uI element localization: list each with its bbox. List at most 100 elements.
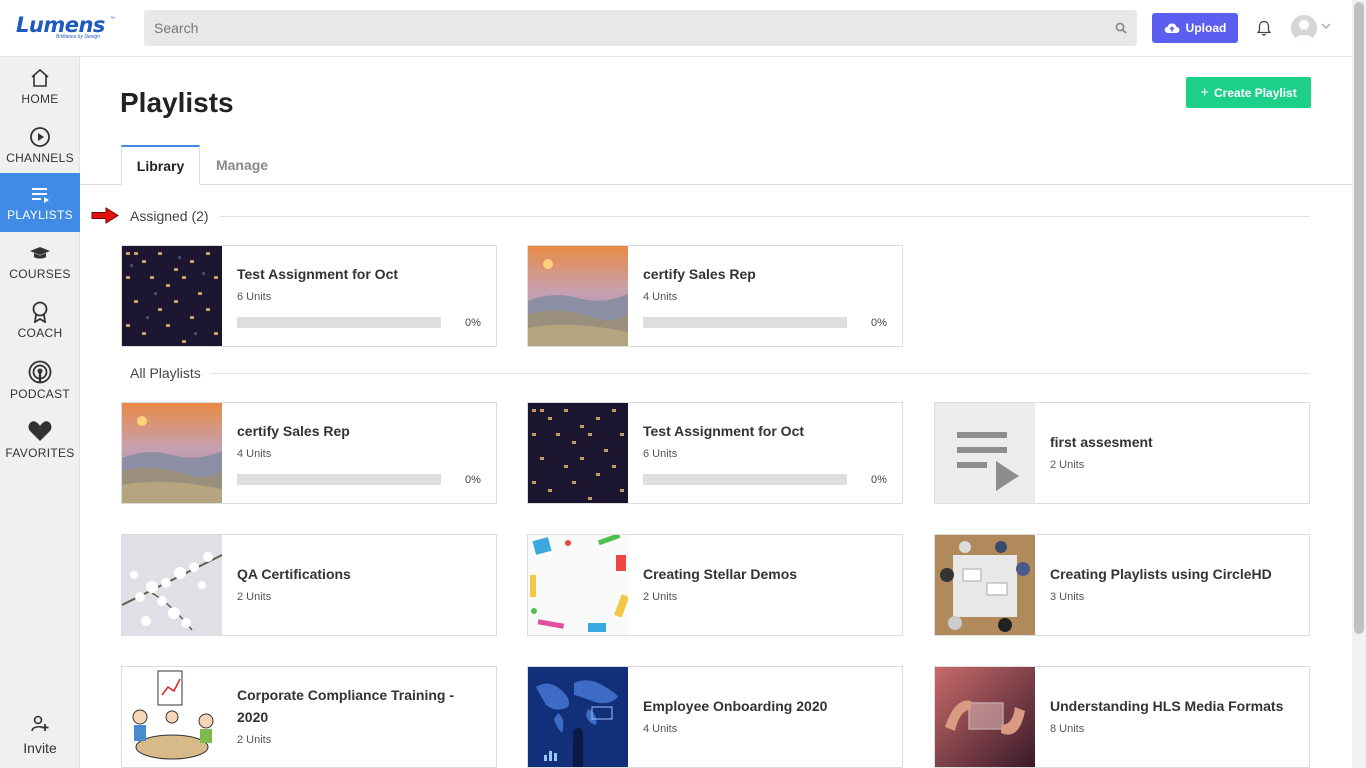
section-heading-all-playlists: All Playlists [130,365,201,381]
playlist-units: 4 Units [237,448,272,460]
progress-percent: 0% [465,317,481,329]
page-title: Playlists [120,87,234,118]
playlist-card[interactable]: certify Sales Rep 4 Units 0% [121,402,497,504]
sidebar-item-coach[interactable]: COACH [0,291,80,350]
top-bar: Lumens Brilliance by Design ™ Upload [0,0,1352,57]
sidebar-item-label: HOME [21,92,59,106]
playlist-card[interactable]: certify Sales Rep 4 Units 0% [527,245,903,347]
sidebar-item-label: COACH [17,326,63,340]
playlist-card[interactable]: Creating Stellar Demos 2 Units [527,534,903,636]
bell-icon[interactable] [1256,20,1272,37]
playlist-units: 2 Units [643,591,678,603]
page-scrollbar[interactable] [1352,0,1366,768]
tab-bar: Library Manage [80,145,1352,185]
progress-bar [643,474,847,485]
playlist-icon [32,188,49,203]
playlist-title: first assesment [1050,434,1153,450]
playlist-card[interactable]: QA Certifications 2 Units [121,534,497,636]
thumbnail-world-map [528,667,628,767]
thumbnail-sunset-hills [122,403,222,503]
sidebar: HOME CHANNELS PLAYLISTS COURSES COACH PO… [0,57,80,768]
chevron-down-icon[interactable] [1321,22,1331,30]
playlist-units: 8 Units [1050,723,1085,735]
playlist-title: Creating Playlists using CircleHD [1050,566,1272,582]
thumbnail-city-night [528,403,628,503]
playlist-card[interactable]: Employee Onboarding 2020 4 Units [527,666,903,768]
playlist-units: 2 Units [1050,459,1085,471]
playlist-title: certify Sales Rep [643,266,756,282]
logo-wordmark: Lumens [16,13,105,37]
playlist-units: 4 Units [643,723,678,735]
heart-icon [28,421,52,441]
sidebar-item-podcast[interactable]: PODCAST [0,350,80,409]
sidebar-item-label: FAVORITES [5,446,75,460]
lumens-logo[interactable]: Lumens Brilliance by Design ™ [16,13,115,42]
playlist-title: QA Certifications [237,566,351,582]
upload-label: Upload [1185,21,1227,35]
logo-tagline: Brilliance by Design [56,34,100,40]
playlist-units: 4 Units [643,291,678,303]
playlist-card[interactable]: Test Assignment for Oct 6 Units 0% [121,245,497,347]
sidebar-item-playlists[interactable]: PLAYLISTS [0,173,80,232]
playlist-units: 2 Units [237,734,272,746]
user-avatar[interactable] [1291,15,1317,41]
search-bar [144,10,1137,46]
invite-label: Invite [23,740,57,756]
sidebar-item-home[interactable]: HOME [0,57,80,116]
search-icon[interactable] [1115,22,1127,34]
thumbnail-stationery [528,535,628,635]
sidebar-item-label: COURSES [9,267,71,281]
thumbnail-sunset-hills [528,246,628,346]
create-playlist-button[interactable]: + Create Playlist [1186,77,1311,108]
playlist-units: 3 Units [1050,591,1085,603]
progress-bar [237,317,441,328]
award-icon [32,301,48,323]
divider [219,216,1310,217]
playlist-card[interactable]: Corporate Compliance Training - 2020 2 U… [121,666,497,768]
sidebar-item-favorites[interactable]: FAVORITES [0,409,80,468]
add-user-icon [31,715,49,732]
progress-bar [643,317,847,328]
sidebar-item-courses[interactable]: COURSES [0,232,80,291]
invite-button[interactable]: Invite [0,715,80,756]
playlist-card[interactable]: Understanding HLS Media Formats 8 Units [934,666,1310,768]
play-circle-icon [30,127,50,147]
graduation-cap-icon [30,247,50,259]
progress-percent: 0% [871,474,887,486]
red-arrow-icon [91,207,119,224]
sidebar-item-label: PLAYLISTS [7,208,73,222]
playlist-units: 6 Units [237,291,272,303]
playlist-card[interactable]: Creating Playlists using CircleHD 3 Unit… [934,534,1310,636]
sidebar-item-label: CHANNELS [6,151,74,165]
playlist-units: 2 Units [237,591,272,603]
playlist-title: Test Assignment for Oct [237,266,399,282]
thumbnail-hands-frame [935,667,1035,767]
user-icon [1294,20,1314,41]
upload-button[interactable]: Upload [1152,13,1238,43]
search-input[interactable] [144,10,1094,46]
cloud-upload-icon [1164,23,1180,34]
tab-library[interactable]: Library [121,145,200,185]
thumbnail-blossom [122,535,222,635]
playlist-card[interactable]: first assesment 2 Units [934,402,1310,504]
sidebar-item-channels[interactable]: CHANNELS [0,116,80,175]
playlist-title: certify Sales Rep [237,423,350,439]
playlist-title: Creating Stellar Demos [643,566,798,582]
sidebar-item-label: PODCAST [9,387,71,401]
playlist-placeholder-icon [935,403,1035,503]
playlist-units: 6 Units [643,448,678,460]
create-playlist-label: Create Playlist [1214,85,1297,100]
section-heading-assigned: Assigned (2) [130,208,209,224]
playlist-title: Employee Onboarding 2020 [643,698,828,714]
playlist-title: Corporate Compliance Training - 2020 [237,687,455,725]
plus-icon: + [1200,83,1210,101]
playlist-card[interactable]: Test Assignment for Oct 6 Units 0% [527,402,903,504]
podcast-icon [28,360,52,384]
home-icon [31,68,49,87]
scrollbar-thumb[interactable] [1354,2,1364,634]
progress-percent: 0% [465,474,481,486]
playlist-title: Understanding HLS Media Formats [1050,698,1284,714]
thumbnail-cartoon-team [122,667,222,767]
thumbnail-city-night [122,246,222,346]
tab-manage[interactable]: Manage [210,145,274,185]
